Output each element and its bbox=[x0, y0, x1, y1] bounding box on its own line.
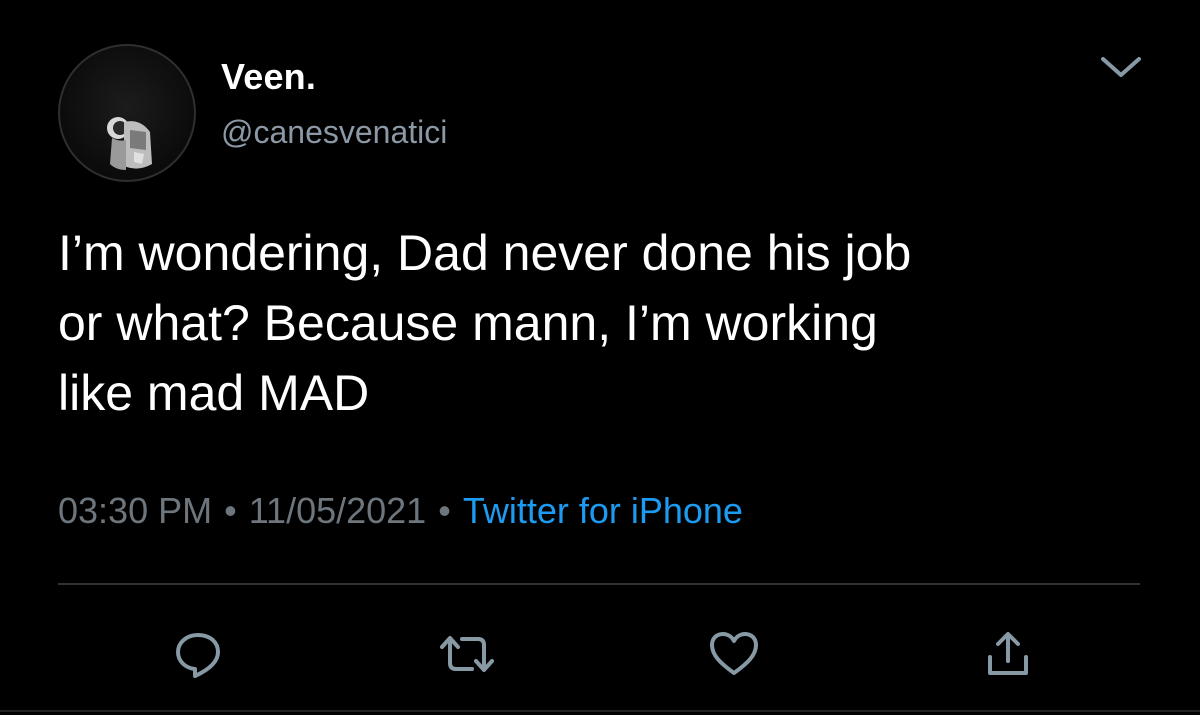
bottom-border bbox=[0, 710, 1200, 712]
share-button[interactable] bbox=[978, 624, 1038, 684]
retweet-icon bbox=[440, 636, 494, 672]
tweet-date[interactable]: 11/05/2021 bbox=[249, 490, 427, 531]
share-icon bbox=[988, 632, 1028, 675]
like-button[interactable] bbox=[704, 624, 764, 684]
meta-separator: • bbox=[438, 490, 451, 531]
tweet-card: Veen. @canesvenatici I’m wondering, Dad … bbox=[0, 0, 1200, 715]
action-bar bbox=[0, 610, 1200, 690]
tweet-text: I’m wondering, Dad never done his job or… bbox=[58, 225, 912, 421]
avatar[interactable] bbox=[58, 44, 196, 182]
tweet-source-link[interactable]: Twitter for iPhone bbox=[463, 490, 743, 531]
retweet-button[interactable] bbox=[437, 624, 497, 684]
reply-icon bbox=[176, 633, 220, 678]
user-handle[interactable]: @canesvenatici bbox=[221, 114, 447, 151]
reply-button[interactable] bbox=[168, 624, 228, 684]
display-name[interactable]: Veen. bbox=[221, 56, 316, 98]
meta-separator: • bbox=[224, 490, 237, 531]
more-options-button[interactable] bbox=[1098, 52, 1144, 82]
astronaut-avatar-icon bbox=[107, 117, 152, 170]
chevron-down-icon bbox=[1101, 57, 1141, 77]
tweet-metadata: 03:30 PM • 11/05/2021 • Twitter for iPhone bbox=[58, 490, 743, 532]
tweet-time: 03:30 PM bbox=[58, 490, 213, 531]
divider bbox=[58, 583, 1140, 585]
heart-icon bbox=[710, 632, 758, 675]
